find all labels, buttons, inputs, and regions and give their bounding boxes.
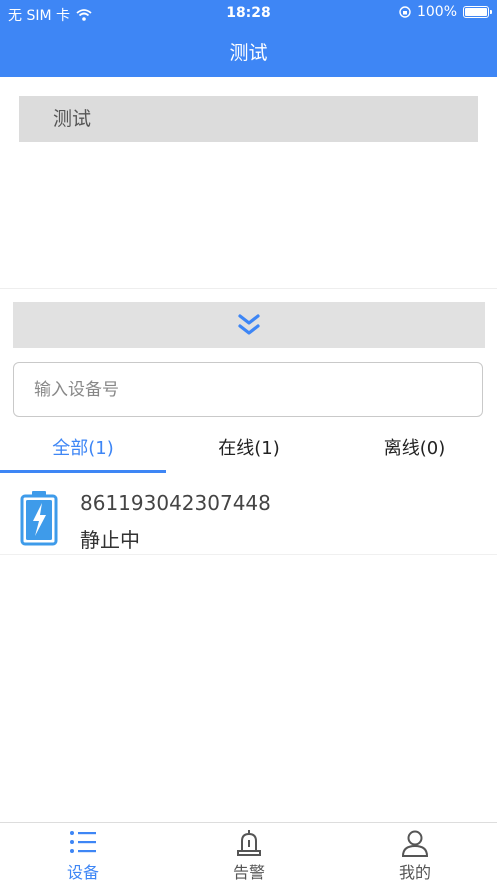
double-chevron-down-icon xyxy=(238,314,260,335)
orientation-lock-icon xyxy=(399,6,411,18)
expand-button[interactable] xyxy=(13,302,485,348)
device-id: 861193042307448 xyxy=(80,491,271,515)
list-icon xyxy=(70,831,96,853)
battery-percent: 100% xyxy=(416,4,457,20)
filter-tabs: 全部(1) 在线(1) 离线(0) xyxy=(0,428,497,473)
tab-online[interactable]: 在线(1) xyxy=(166,428,332,473)
tabbar-devices[interactable]: 设备 xyxy=(0,823,166,884)
alarm-icon xyxy=(237,830,261,856)
tabbar-alarms[interactable]: 告警 xyxy=(166,823,332,884)
group-label: 测试 xyxy=(19,96,478,142)
page-title: 测试 xyxy=(229,42,268,64)
device-state: 静止中 xyxy=(80,528,140,552)
status-bar: 无 SIM 卡 18:28 100% xyxy=(0,0,497,26)
tabbar-label: 设备 xyxy=(66,863,99,882)
tabbar-label: 我的 xyxy=(398,863,431,882)
tabbar-me[interactable]: 我的 xyxy=(332,823,497,884)
search-input[interactable] xyxy=(14,363,482,416)
tab-offline[interactable]: 离线(0) xyxy=(332,428,497,473)
user-icon xyxy=(401,830,429,857)
bottom-tab-bar: 设备 告警 我的 xyxy=(0,822,497,884)
header: 无 SIM 卡 18:28 100% 测试 xyxy=(0,0,497,77)
tab-all[interactable]: 全部(1) xyxy=(0,428,166,473)
tabbar-label: 告警 xyxy=(232,863,265,882)
battery-icon xyxy=(463,6,492,18)
divider xyxy=(0,288,497,289)
device-row[interactable]: 861193042307448 静止中 xyxy=(0,474,497,555)
tab-indicator xyxy=(0,470,166,473)
battery-charging-icon xyxy=(20,491,58,546)
device-search xyxy=(13,362,483,417)
